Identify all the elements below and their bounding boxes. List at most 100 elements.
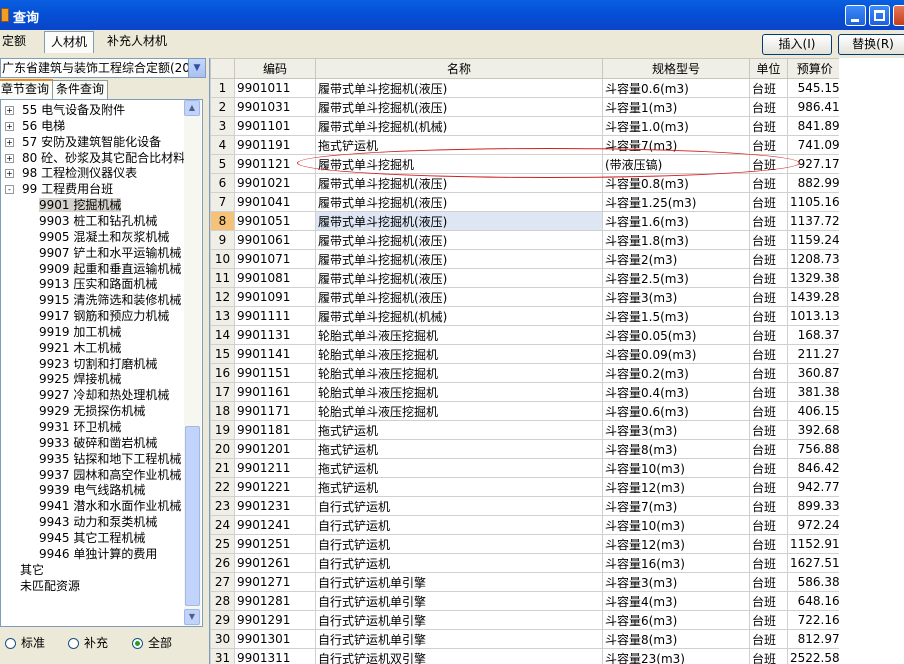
code-cell[interactable]: 9901111: [234, 306, 316, 326]
row-number[interactable]: 17: [210, 382, 235, 402]
row-number[interactable]: 12: [210, 287, 235, 307]
spec-cell[interactable]: 斗容量0.4(m3): [602, 382, 750, 402]
spec-cell[interactable]: 斗容量3(m3): [602, 287, 750, 307]
code-cell[interactable]: 9901301: [234, 629, 316, 649]
unit-cell[interactable]: 台班: [749, 306, 788, 326]
name-cell[interactable]: 自行式铲运机单引擎: [315, 610, 603, 630]
spec-cell[interactable]: 斗容量2.5(m3): [602, 268, 750, 288]
row-number[interactable]: 15: [210, 344, 235, 364]
unit-cell[interactable]: 台班: [749, 116, 788, 136]
name-cell[interactable]: 履带式单斗挖掘机(液压): [315, 211, 603, 231]
name-cell[interactable]: 轮胎式单斗液压挖掘机: [315, 325, 603, 345]
tree-item[interactable]: 9907 铲土和水平运输机械: [39, 245, 181, 261]
name-cell[interactable]: 轮胎式单斗液压挖掘机: [315, 401, 603, 421]
price-cell[interactable]: 841.89: [787, 116, 843, 136]
code-cell[interactable]: 9901021: [234, 173, 316, 193]
name-cell[interactable]: 履带式单斗挖掘机(机械): [315, 116, 603, 136]
tree-item[interactable]: 9941 潜水和水面作业机械: [39, 498, 181, 514]
chevron-down-icon[interactable]: ▼: [188, 59, 205, 77]
name-cell[interactable]: 拖式铲运机: [315, 477, 603, 497]
unit-cell[interactable]: 台班: [749, 477, 788, 497]
row-number[interactable]: 26: [210, 553, 235, 573]
tree-item[interactable]: 9919 加工机械: [39, 324, 121, 340]
spec-cell[interactable]: 斗容量1.0(m3): [602, 116, 750, 136]
name-cell[interactable]: 自行式铲运机单引擎: [315, 629, 603, 649]
spec-cell[interactable]: 斗容量6(m3): [602, 610, 750, 630]
table-row[interactable]: 13 9901111 履带式单斗挖掘机(机械) 斗容量1.5(m3) 台班 1013.13: [210, 306, 843, 326]
spec-cell[interactable]: 斗容量1.25(m3): [602, 192, 750, 212]
unit-cell[interactable]: 台班: [749, 249, 788, 269]
name-cell[interactable]: 履带式单斗挖掘机(液压): [315, 249, 603, 269]
tree-item[interactable]: 9945 其它工程机械: [39, 530, 145, 546]
unit-cell[interactable]: 台班: [749, 496, 788, 516]
table-row[interactable]: 11 9901081 履带式单斗挖掘机(液压) 斗容量2.5(m3) 台班 1329.38: [210, 268, 843, 288]
code-cell[interactable]: 9901181: [234, 420, 316, 440]
tree-item[interactable]: 9946 单独计算的费用: [39, 546, 157, 562]
tree-item[interactable]: 9923 切割和打磨机械: [39, 356, 157, 372]
row-number[interactable]: 14: [210, 325, 235, 345]
row-number[interactable]: 6: [210, 173, 235, 193]
tree-item[interactable]: -99 工程费用台班: [5, 181, 113, 197]
spec-cell[interactable]: 斗容量1.5(m3): [602, 306, 750, 326]
table-row[interactable]: 21 9901211 拖式铲运机 斗容量10(m3) 台班 846.42: [210, 458, 843, 478]
code-cell[interactable]: 9901311: [234, 648, 316, 664]
spec-cell[interactable]: 斗容量0.2(m3): [602, 363, 750, 383]
table-row[interactable]: 3 9901101 履带式单斗挖掘机(机械) 斗容量1.0(m3) 台班 841.89: [210, 116, 843, 136]
unit-cell[interactable]: 台班: [749, 230, 788, 250]
row-number[interactable]: 27: [210, 572, 235, 592]
code-cell[interactable]: 9901011: [234, 78, 316, 98]
tree-item[interactable]: +56 电梯: [5, 118, 65, 134]
price-cell[interactable]: 545.15: [787, 78, 843, 98]
spec-cell[interactable]: 斗容量1(m3): [602, 97, 750, 117]
column-header[interactable]: 预算价: [787, 58, 843, 79]
code-cell[interactable]: 9901081: [234, 268, 316, 288]
unit-cell[interactable]: 台班: [749, 268, 788, 288]
table-row[interactable]: 29 9901291 自行式铲运机单引擎 斗容量6(m3) 台班 722.16: [210, 610, 843, 630]
table-row[interactable]: 20 9901201 拖式铲运机 斗容量8(m3) 台班 756.88: [210, 439, 843, 459]
name-cell[interactable]: 履带式单斗挖掘机(液压): [315, 78, 603, 98]
row-number[interactable]: 3: [210, 116, 235, 136]
table-row[interactable]: 2 9901031 履带式单斗挖掘机(液压) 斗容量1(m3) 台班 986.41: [210, 97, 843, 117]
unit-cell[interactable]: 台班: [749, 135, 788, 155]
name-cell[interactable]: 自行式铲运机: [315, 515, 603, 535]
price-cell[interactable]: 2522.58: [787, 648, 843, 664]
quota-library-select[interactable]: 广东省建筑与装饰工程综合定额(201 ▼: [0, 58, 206, 78]
minimize-button[interactable]: [845, 5, 866, 26]
unit-cell[interactable]: 台班: [749, 287, 788, 307]
code-cell[interactable]: 9901041: [234, 192, 316, 212]
table-row[interactable]: 22 9901221 拖式铲运机 斗容量12(m3) 台班 942.77: [210, 477, 843, 497]
price-cell[interactable]: 1013.13: [787, 306, 843, 326]
expand-icon[interactable]: +: [5, 121, 14, 131]
unit-cell[interactable]: 台班: [749, 458, 788, 478]
price-cell[interactable]: 986.41: [787, 97, 843, 117]
spec-cell[interactable]: 斗容量10(m3): [602, 458, 750, 478]
tree-item[interactable]: 其它: [20, 562, 44, 578]
code-cell[interactable]: 9901211: [234, 458, 316, 478]
column-header[interactable]: 单位: [749, 58, 788, 79]
tree-item[interactable]: +98 工程检测仪器仪表: [5, 165, 137, 181]
code-cell[interactable]: 9901031: [234, 97, 316, 117]
price-cell[interactable]: 1152.91: [787, 534, 843, 554]
price-cell[interactable]: 360.87: [787, 363, 843, 383]
spec-cell[interactable]: 斗容量1.6(m3): [602, 211, 750, 231]
tree-item[interactable]: 9913 压实和路面机械: [39, 276, 157, 292]
unit-cell[interactable]: 台班: [749, 382, 788, 402]
chapter-tree[interactable]: 未匹配资源 其它 9946 单独计算的费用 9945 其它工程机械 9943 动力和泵类…: [0, 99, 203, 627]
insert-button[interactable]: 插入(I): [762, 34, 832, 55]
replace-button[interactable]: 替换(R): [838, 34, 904, 55]
code-cell[interactable]: 9901091: [234, 287, 316, 307]
code-cell[interactable]: 9901101: [234, 116, 316, 136]
code-cell[interactable]: 9901171: [234, 401, 316, 421]
price-cell[interactable]: 812.97: [787, 629, 843, 649]
unit-cell[interactable]: 台班: [749, 648, 788, 664]
unit-cell[interactable]: 台班: [749, 363, 788, 383]
tree-item[interactable]: 9939 电气线路机械: [39, 482, 145, 498]
table-row[interactable]: 8 9901051 履带式单斗挖掘机(液压) 斗容量1.6(m3) 台班 1137.72: [210, 211, 843, 231]
spec-cell[interactable]: 斗容量10(m3): [602, 515, 750, 535]
tree-item[interactable]: 9931 环卫机械: [39, 419, 121, 435]
row-number[interactable]: 13: [210, 306, 235, 326]
name-cell[interactable]: 自行式铲运机: [315, 534, 603, 554]
unit-cell[interactable]: 台班: [749, 553, 788, 573]
table-row[interactable]: 12 9901091 履带式单斗挖掘机(液压) 斗容量3(m3) 台班 1439.28: [210, 287, 843, 307]
row-number[interactable]: 29: [210, 610, 235, 630]
